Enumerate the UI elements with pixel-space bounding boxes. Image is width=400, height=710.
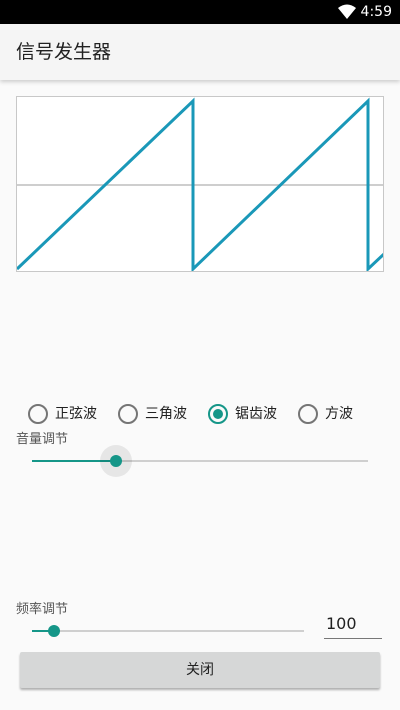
- volume-slider-thumb[interactable]: [110, 455, 122, 467]
- radio-label: 三角波: [145, 406, 187, 422]
- volume-slider[interactable]: [32, 445, 368, 477]
- close-button[interactable]: 关闭: [20, 652, 380, 688]
- waveform-radio-group: 正弦波 三角波 锯齿波 方波: [28, 402, 388, 426]
- radio-label: 正弦波: [55, 406, 97, 422]
- frequency-label: 频率调节: [16, 602, 69, 617]
- status-bar: 4:59: [0, 0, 400, 24]
- radio-label: 方波: [325, 406, 353, 422]
- app-bar: 信号发生器: [0, 24, 400, 80]
- radio-dot-icon: [213, 409, 223, 419]
- radio-circle-icon: [28, 404, 48, 424]
- app-title: 信号发生器: [16, 41, 112, 63]
- status-time: 4:59: [360, 4, 392, 20]
- wifi-icon: [338, 4, 356, 24]
- radio-label: 锯齿波: [235, 406, 277, 422]
- frequency-slider-thumb[interactable]: [48, 625, 60, 637]
- waveform-view: [16, 96, 384, 272]
- radio-circle-icon: [118, 404, 138, 424]
- waveform-svg: [17, 97, 383, 271]
- radio-circle-icon: [298, 404, 318, 424]
- volume-label: 音量调节: [16, 432, 69, 447]
- frequency-slider[interactable]: [32, 625, 304, 637]
- frequency-input[interactable]: 100: [324, 612, 382, 639]
